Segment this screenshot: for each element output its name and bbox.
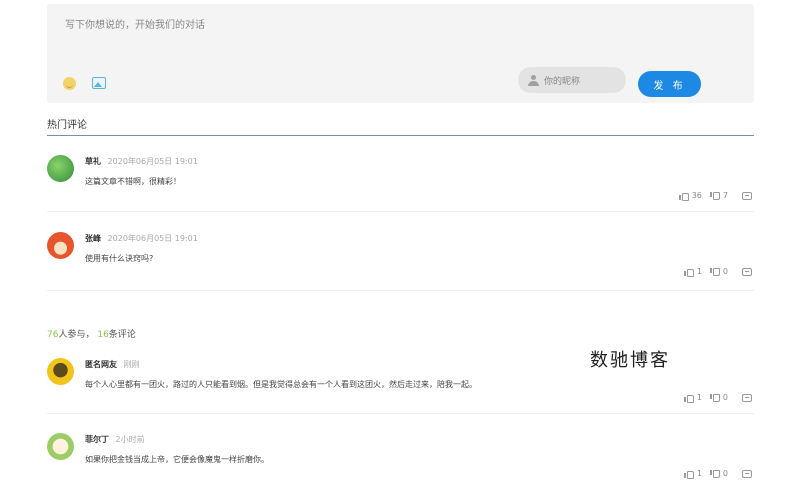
reply-icon[interactable] xyxy=(742,469,752,478)
comment-text: 这篇文章不错啊，很精彩！ xyxy=(85,177,181,186)
avatar[interactable] xyxy=(47,433,74,460)
divider xyxy=(47,290,754,291)
comment-text: 如果你把金钱当成上帝，它便会像魔鬼一样折磨你。 xyxy=(85,455,269,464)
dislike-icon[interactable] xyxy=(709,267,720,276)
comment-actions: 1 0 xyxy=(683,469,752,479)
comment-item: 菲尔丁 2小时前 如果你把金钱当成上帝，它便会像魔鬼一样折磨你。 1 0 xyxy=(47,433,754,481)
comment-time: 2小时前 xyxy=(115,435,145,444)
like-icon[interactable] xyxy=(683,268,694,277)
dislike-icon[interactable] xyxy=(709,191,720,200)
like-count: 1 xyxy=(696,267,702,276)
like-count: 1 xyxy=(696,469,702,478)
comment-item: 草礼 2020年06月05日 19:01 这篇文章不错啊，很精彩！ 36 7 xyxy=(47,155,754,205)
avatar[interactable] xyxy=(47,232,74,259)
divider xyxy=(47,211,754,212)
emoji-icon[interactable] xyxy=(63,77,76,90)
reply-icon[interactable] xyxy=(742,267,752,276)
section-rule xyxy=(47,135,754,136)
divider xyxy=(47,413,754,414)
nickname-placeholder: 你的昵称 xyxy=(544,76,581,87)
comment-item: 匿名网友 刚刚 每个人心里都有一团火，路过的人只能看到烟。但是我觉得总会有一个人… xyxy=(47,358,754,406)
comment-header: 张峰 2020年06月05日 19:01 xyxy=(85,233,198,244)
dislike-count: 0 xyxy=(722,469,728,478)
dislike-count: 7 xyxy=(722,191,728,200)
like-icon[interactable] xyxy=(678,192,689,201)
hot-comments-title: 热门评论 xyxy=(47,120,87,131)
dislike-icon[interactable] xyxy=(709,469,720,478)
comment-header: 匿名网友 刚刚 xyxy=(85,359,140,370)
participant-label: 人参与， xyxy=(58,330,95,340)
comment-item: 张峰 2020年06月05日 19:01 使用有什么诀窍吗? 1 0 xyxy=(47,232,754,282)
comment-actions: 1 0 xyxy=(683,267,752,277)
comment-text: 使用有什么诀窍吗? xyxy=(85,254,154,263)
reply-icon[interactable] xyxy=(742,191,752,200)
like-icon[interactable] xyxy=(683,470,694,479)
comment-author[interactable]: 草礼 xyxy=(85,157,101,166)
comment-count: 16 xyxy=(97,330,109,340)
dislike-count: 0 xyxy=(722,267,728,276)
comment-text: 每个人心里都有一团火，路过的人只能看到烟。但是我觉得总会有一个人看到这团火，然后… xyxy=(85,380,477,389)
comment-actions: 36 7 xyxy=(678,191,752,201)
user-icon xyxy=(528,75,539,86)
comment-time: 2020年06月05日 19:01 xyxy=(107,157,198,166)
avatar[interactable] xyxy=(47,358,74,385)
comment-header: 草礼 2020年06月05日 19:01 xyxy=(85,156,198,167)
reply-icon[interactable] xyxy=(742,393,752,402)
comment-actions: 1 0 xyxy=(683,393,752,403)
comment-author[interactable]: 匿名网友 xyxy=(85,360,117,369)
like-count: 1 xyxy=(696,393,702,402)
comment-stats: 76人参与， 16条评论 xyxy=(47,327,136,340)
comment-textarea[interactable]: 写下你想说的，开始我们的对话 xyxy=(65,16,205,31)
comment-header: 菲尔丁 2小时前 xyxy=(85,434,145,445)
like-icon[interactable] xyxy=(683,394,694,403)
comment-time: 刚刚 xyxy=(123,360,140,369)
dislike-icon[interactable] xyxy=(709,393,720,402)
like-count: 36 xyxy=(691,191,702,200)
comment-author[interactable]: 张峰 xyxy=(85,234,101,243)
publish-button[interactable]: 发 布 xyxy=(638,71,701,97)
comment-author[interactable]: 菲尔丁 xyxy=(85,435,109,444)
comment-count-label: 条评论 xyxy=(108,330,136,340)
avatar[interactable] xyxy=(47,155,74,182)
nickname-input[interactable]: 你的昵称 xyxy=(518,67,626,93)
dislike-count: 0 xyxy=(722,393,728,402)
comment-time: 2020年06月05日 19:01 xyxy=(107,234,198,243)
image-icon[interactable] xyxy=(92,77,106,89)
participant-count: 76 xyxy=(47,330,59,340)
